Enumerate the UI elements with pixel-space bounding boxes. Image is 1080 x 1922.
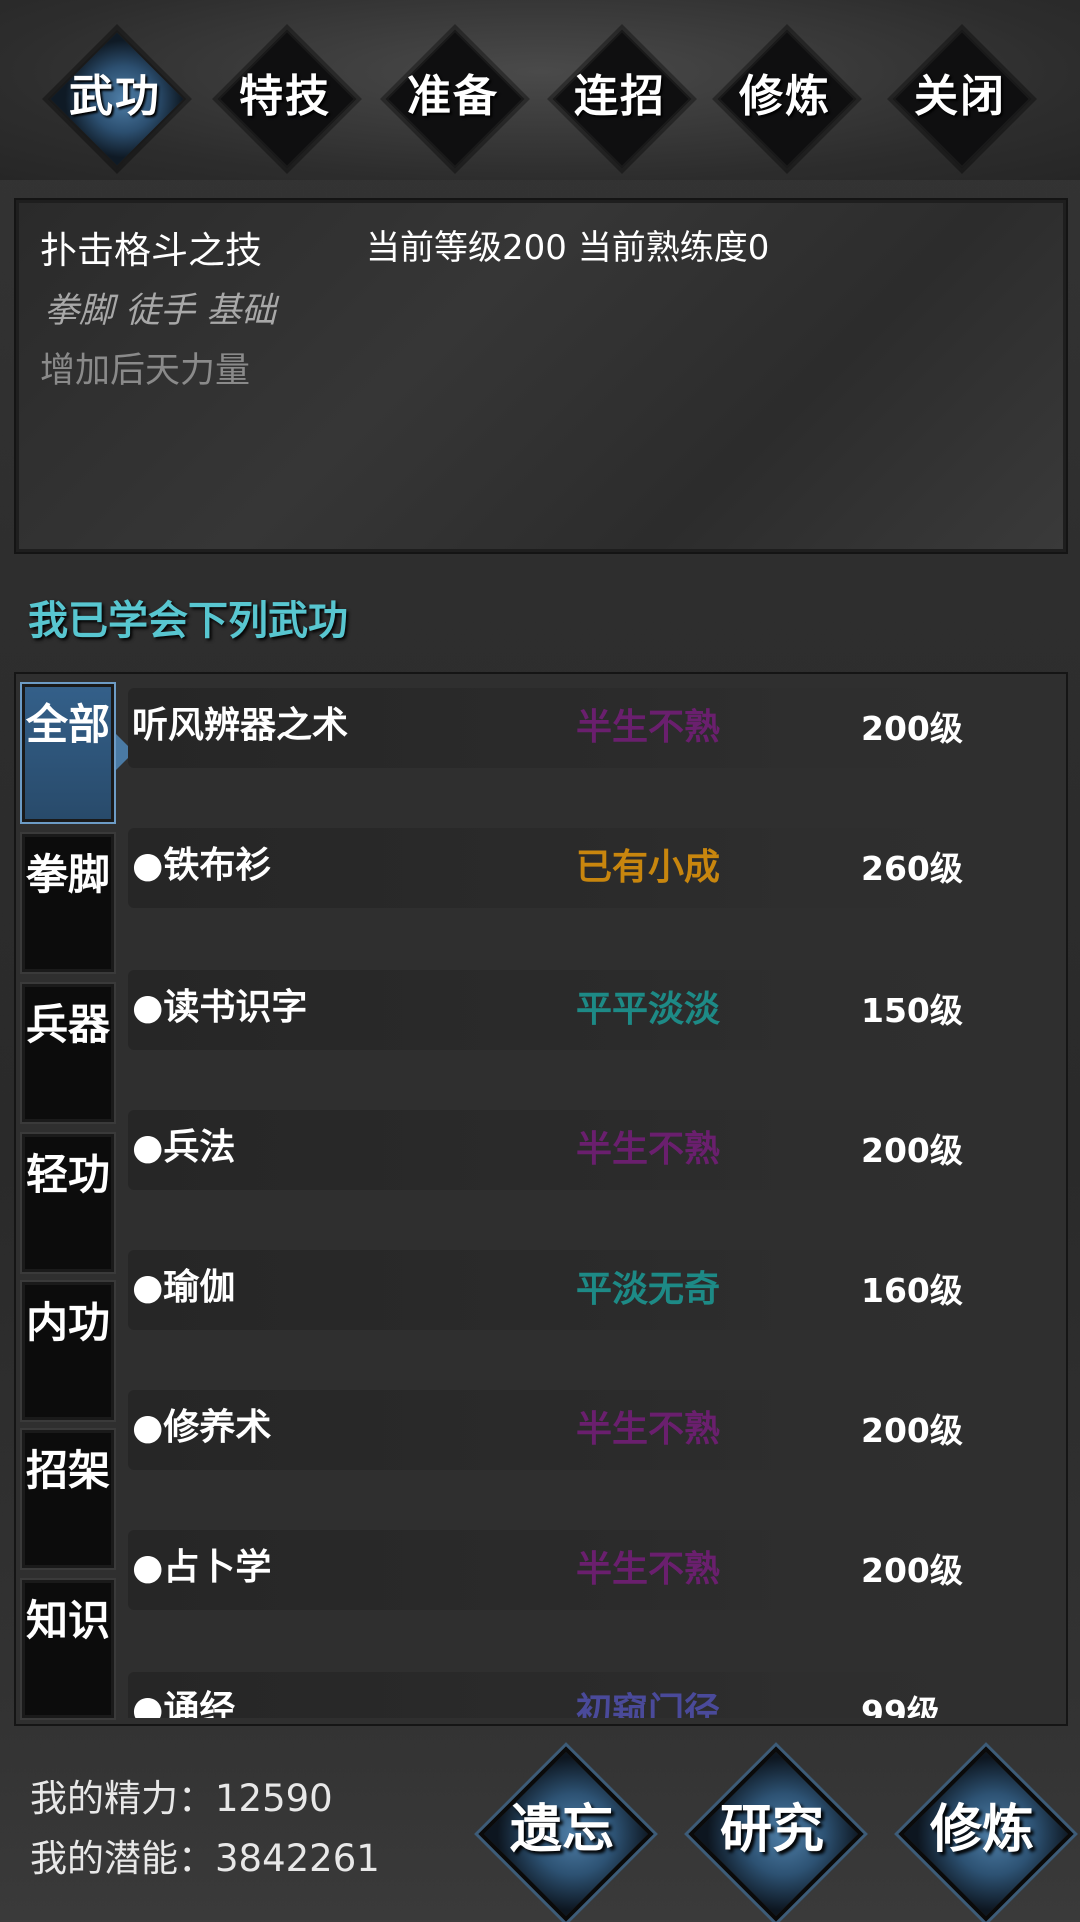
category-fist[interactable]: 拳脚 [20,832,116,974]
category-label: 轻功 [25,1150,110,1199]
category-inner[interactable]: 内功 [20,1280,116,1422]
skill-level-text: 当前等级200 当前熟练度0 [366,228,770,268]
skill-row-name: 听风辨器之术 [132,704,349,746]
forget-button-label: 遗忘 [509,1799,614,1860]
skill-info-panel: 扑击格斗之技 当前等级200 当前熟练度0 拳脚 徒手 基础 增加后天力量 [14,198,1068,554]
research-button[interactable]: 研究 [682,1740,864,1922]
category-parry[interactable]: 招架 [20,1428,116,1570]
skill-row[interactable]: ●修养术 半生不熟 200级 [128,1390,970,1470]
skill-row[interactable]: ●瑜伽 平淡无奇 160级 [128,1250,970,1330]
skill-row[interactable]: ●铁布衫 已有小成 260级 [128,828,970,908]
skill-row-status: 平平淡淡 [576,988,721,1030]
category-sidebar: 全部 拳脚 兵器 轻功 内功 招架 知识 [16,674,134,1720]
skill-row-status: 半生不熟 [576,1408,721,1450]
train-button[interactable]: 修炼 [892,1740,1074,1922]
category-label: 知识 [25,1596,110,1645]
tab-label: 准备 [407,71,499,122]
skill-row-status: 平淡无奇 [576,1268,721,1310]
skill-row[interactable]: ●占卜学 半生不熟 200级 [128,1530,970,1610]
tab-special-skills[interactable]: 特技 [210,22,360,172]
skill-row-name: ●兵法 [132,1126,236,1168]
skill-name: 扑击格斗之技 [40,229,262,272]
skill-tags: 拳脚 徒手 基础 [44,291,277,331]
skill-description: 增加后天力量 [40,351,251,391]
energy-stat: 我的精力：12590 [30,1777,333,1820]
skill-row-level: 200级 [861,1411,963,1450]
section-title: 我已学会下列武功 [28,597,348,644]
category-label: 拳脚 [25,850,110,899]
research-button-label: 研究 [719,1799,824,1860]
tab-martial-arts[interactable]: 武功 [40,22,190,172]
category-label: 内功 [25,1298,110,1347]
tab-label: 特技 [239,71,331,122]
category-label: 招架 [25,1446,110,1495]
tab-label: 连招 [574,71,666,122]
tab-label: 武功 [69,71,161,122]
tab-combo[interactable]: 连招 [545,22,695,172]
skill-row-level: 150级 [861,991,963,1030]
skill-rows: 听风辨器之术 半生不熟 200级 ●铁布衫 已有小成 260级 ●读书识字 平平… [128,688,1078,1718]
train-button-label: 修炼 [929,1799,1034,1860]
tab-train[interactable]: 修炼 [710,22,860,172]
potential-stat: 我的潜能：3842261 [30,1837,380,1880]
skill-row[interactable]: 听风辨器之术 半生不熟 200级 [128,688,970,768]
skill-row-level: 99级 [861,1693,940,1718]
skill-row-status: 半生不熟 [576,1128,721,1170]
skill-row-name: ●修养术 [132,1406,272,1448]
skill-row-name: ●读书识字 [132,986,308,1028]
skill-row-name: ●诵经 [132,1688,236,1718]
skill-row-level: 200级 [861,1131,963,1170]
category-label: 兵器 [25,1000,110,1049]
skill-row-status: 初窥门径 [576,1690,721,1718]
skill-row-status: 半生不熟 [576,1548,721,1590]
skill-row-name: ●瑜伽 [132,1266,236,1308]
skill-row-status: 已有小成 [576,846,721,888]
tab-close[interactable]: 关闭 [885,22,1035,172]
skill-row-level: 160级 [861,1271,963,1310]
category-weapon[interactable]: 兵器 [20,982,116,1124]
top-tab-bar: 武功 特技 准备 连招 修炼 关闭 [0,0,1080,180]
category-knowledge[interactable]: 知识 [20,1578,116,1720]
category-lightness[interactable]: 轻功 [20,1132,116,1274]
skill-row[interactable]: ●兵法 半生不熟 200级 [128,1110,970,1190]
skill-row-status: 半生不熟 [576,706,721,748]
skill-row[interactable]: ●读书识字 平平淡淡 150级 [128,970,970,1050]
skill-row[interactable]: ●诵经 初窥门径 99级 [128,1672,970,1718]
skill-row-level: 200级 [861,1551,963,1590]
tab-label: 修炼 [739,71,831,122]
category-all[interactable]: 全部 [20,682,134,824]
category-label: 全部 [25,700,110,749]
tab-label: 关闭 [914,71,1006,122]
forget-button[interactable]: 遗忘 [472,1740,654,1922]
skill-row-level: 260级 [861,849,963,888]
skill-row-level: 200级 [861,709,963,748]
skill-row-name: ●占卜学 [132,1546,272,1588]
skill-row-name: ●铁布衫 [132,844,272,886]
skill-list-panel: 全部 拳脚 兵器 轻功 内功 招架 知识 听风辨器之术 半生不熟 200级 ●铁… [14,672,1068,1726]
tab-prepare[interactable]: 准备 [378,22,528,172]
